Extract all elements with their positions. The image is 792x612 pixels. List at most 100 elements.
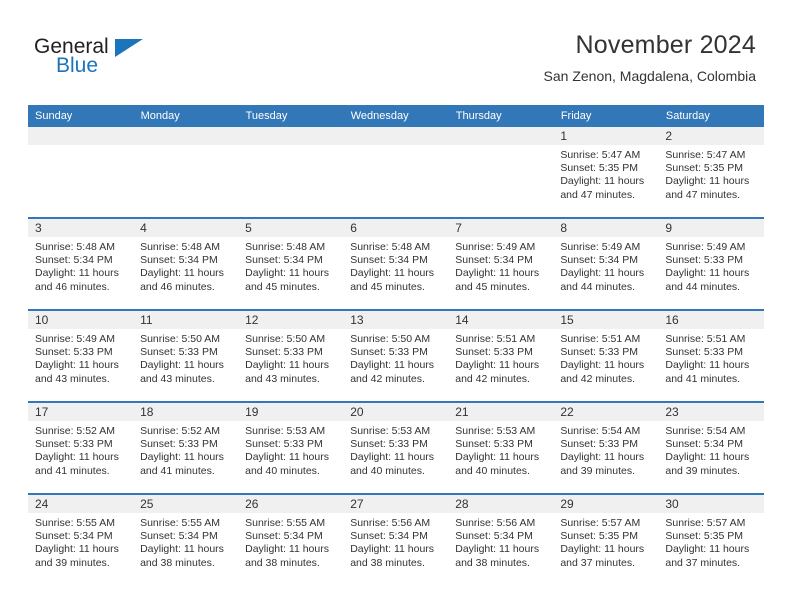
- daylight-duration-line1: Daylight: 11 hours: [665, 359, 750, 372]
- day-number: 17: [28, 403, 134, 421]
- daylight-duration-line2: and 47 minutes.: [560, 188, 636, 201]
- daylight-duration-line1: Daylight: 11 hours: [35, 543, 119, 556]
- calendar-day-cell[interactable]: 24 Sunrise: 5:55 AM Sunset: 5:34 PM Dayligh…: [28, 493, 134, 585]
- daylight-duration-line1: Daylight: 11 hours: [35, 451, 119, 464]
- daylight-duration-line1: Daylight: 11 hours: [350, 267, 435, 280]
- triangle-icon: [115, 39, 143, 57]
- sunset-time: Sunset: 5:34 PM: [350, 254, 428, 267]
- day-number: 1: [553, 127, 659, 145]
- day-number: [133, 127, 239, 145]
- calendar-day-cell[interactable]: 10 Sunrise: 5:49 AM Sunset: 5:33 PM Dayligh…: [28, 309, 134, 402]
- calendar-day-cell[interactable]: 13 Sunrise: 5:50 AM Sunset: 5:33 PM Dayligh…: [343, 309, 449, 402]
- general-blue-logo[interactable]: General Blue: [34, 36, 234, 84]
- calendar-day-cell[interactable]: 22 Sunrise: 5:54 AM Sunset: 5:33 PM Dayligh…: [553, 401, 659, 494]
- day-number: 20: [343, 403, 449, 421]
- sunrise-time: Sunrise: 5:50 AM: [245, 333, 326, 345]
- day-number: 30: [658, 495, 764, 513]
- calendar-day-cell[interactable]: 14 Sunrise: 5:51 AM Sunset: 5:33 PM Dayligh…: [448, 309, 554, 402]
- daylight-duration-line2: and 40 minutes.: [350, 464, 425, 477]
- sunset-time: Sunset: 5:34 PM: [560, 254, 638, 267]
- calendar-day-cell[interactable]: 19 Sunrise: 5:53 AM Sunset: 5:33 PM Dayligh…: [238, 401, 344, 494]
- calendar-day-cell[interactable]: 20 Sunrise: 5:53 AM Sunset: 5:33 PM Dayligh…: [343, 401, 449, 494]
- sunset-time: Sunset: 5:33 PM: [245, 346, 323, 359]
- sunset-time: Sunset: 5:34 PM: [455, 530, 533, 543]
- day-number: 13: [343, 311, 449, 329]
- day-number: 9: [658, 219, 764, 237]
- daylight-duration-line2: and 45 minutes.: [455, 280, 530, 293]
- calendar-day-cell[interactable]: 4 Sunrise: 5:48 AM Sunset: 5:34 PM Daylight…: [133, 217, 239, 310]
- daylight-duration-line1: Daylight: 11 hours: [35, 267, 119, 280]
- calendar-day-cell[interactable]: 12 Sunrise: 5:50 AM Sunset: 5:33 PM Dayligh…: [238, 309, 344, 402]
- sunrise-time: Sunrise: 5:50 AM: [140, 333, 221, 345]
- day-number: 21: [448, 403, 554, 421]
- sunrise-time: Sunrise: 5:49 AM: [560, 241, 641, 253]
- sunset-time: Sunset: 5:33 PM: [455, 346, 533, 359]
- day-number: [343, 127, 449, 145]
- calendar-day-cell[interactable]: 6 Sunrise: 5:48 AM Sunset: 5:34 PM Daylight…: [343, 217, 449, 310]
- daylight-duration-line1: Daylight: 11 hours: [245, 543, 329, 556]
- day-sun-info: Sunrise: 5:54 AM Sunset: 5:33 PM Daylight:…: [553, 421, 658, 478]
- calendar-day-cell[interactable]: 8 Sunrise: 5:49 AM Sunset: 5:34 PM Daylight…: [553, 217, 659, 310]
- sunset-time: Sunset: 5:33 PM: [665, 254, 744, 267]
- sunrise-time: Sunrise: 5:51 AM: [560, 333, 641, 345]
- daylight-duration-line1: Daylight: 11 hours: [140, 359, 224, 372]
- sunrise-time: Sunrise: 5:55 AM: [140, 517, 221, 529]
- day-sun-info: Sunrise: 5:56 AM Sunset: 5:34 PM Daylight:…: [343, 513, 448, 570]
- daylight-duration-line1: Daylight: 11 hours: [140, 267, 224, 280]
- day-number: 2: [658, 127, 764, 145]
- sunrise-time: Sunrise: 5:49 AM: [35, 333, 115, 345]
- weekday-header-monday: Monday: [133, 105, 239, 127]
- calendar-day-cell[interactable]: 30 Sunrise: 5:57 AM Sunset: 5:35 PM Dayligh…: [658, 493, 764, 585]
- calendar-day-cell[interactable]: 27 Sunrise: 5:56 AM Sunset: 5:34 PM Dayligh…: [343, 493, 449, 585]
- calendar-day-cell[interactable]: 9 Sunrise: 5:49 AM Sunset: 5:33 PM Daylight…: [658, 217, 764, 310]
- sunrise-time: Sunrise: 5:52 AM: [140, 425, 221, 437]
- daylight-duration-line1: Daylight: 11 hours: [350, 543, 435, 556]
- calendar-day-cell[interactable]: 16 Sunrise: 5:51 AM Sunset: 5:33 PM Dayligh…: [658, 309, 764, 402]
- calendar-day-cell[interactable]: 29 Sunrise: 5:57 AM Sunset: 5:35 PM Dayligh…: [553, 493, 659, 585]
- calendar-day-cell[interactable]: 21 Sunrise: 5:53 AM Sunset: 5:33 PM Dayligh…: [448, 401, 554, 494]
- calendar-day-cell[interactable]: 7 Sunrise: 5:49 AM Sunset: 5:34 PM Daylight…: [448, 217, 554, 310]
- calendar-day-cell[interactable]: 18 Sunrise: 5:52 AM Sunset: 5:33 PM Dayligh…: [133, 401, 239, 494]
- calendar-day-cell[interactable]: 5 Sunrise: 5:48 AM Sunset: 5:34 PM Daylight…: [238, 217, 344, 310]
- weekday-header-thursday: Thursday: [448, 105, 554, 127]
- sunset-time: Sunset: 5:35 PM: [560, 162, 638, 175]
- sunset-time: Sunset: 5:34 PM: [140, 530, 218, 543]
- day-sun-info: Sunrise: 5:50 AM Sunset: 5:33 PM Daylight:…: [238, 329, 343, 386]
- sunset-time: Sunset: 5:33 PM: [35, 346, 113, 359]
- sunrise-time: Sunrise: 5:52 AM: [35, 425, 115, 437]
- calendar-day-cell[interactable]: 11 Sunrise: 5:50 AM Sunset: 5:33 PM Dayligh…: [133, 309, 239, 402]
- day-sun-info: Sunrise: 5:53 AM Sunset: 5:33 PM Daylight:…: [238, 421, 343, 478]
- calendar-day-cell[interactable]: 2 Sunrise: 5:47 AM Sunset: 5:35 PM Daylight…: [658, 127, 764, 218]
- sunrise-time: Sunrise: 5:51 AM: [665, 333, 746, 345]
- calendar-day-cell[interactable]: 26 Sunrise: 5:55 AM Sunset: 5:34 PM Dayligh…: [238, 493, 344, 585]
- daylight-duration-line1: Daylight: 11 hours: [245, 267, 329, 280]
- day-number: 18: [133, 403, 239, 421]
- day-sun-info: Sunrise: 5:49 AM Sunset: 5:33 PM Daylight:…: [28, 329, 133, 386]
- daylight-duration-line1: Daylight: 11 hours: [350, 451, 435, 464]
- sunset-time: Sunset: 5:34 PM: [35, 254, 113, 267]
- calendar-week-row: 24 Sunrise: 5:55 AM Sunset: 5:34 PM Dayligh…: [28, 493, 764, 585]
- day-number: [238, 127, 344, 145]
- calendar-day-cell[interactable]: 15 Sunrise: 5:51 AM Sunset: 5:33 PM Dayligh…: [553, 309, 659, 402]
- daylight-duration-line1: Daylight: 11 hours: [560, 543, 645, 556]
- day-number: 6: [343, 219, 449, 237]
- calendar-day-cell[interactable]: 23 Sunrise: 5:54 AM Sunset: 5:34 PM Dayligh…: [658, 401, 764, 494]
- daylight-duration-line1: Daylight: 11 hours: [455, 451, 540, 464]
- day-number: 10: [28, 311, 134, 329]
- page-title: November 2024: [575, 31, 756, 59]
- calendar-day-cell[interactable]: 25 Sunrise: 5:55 AM Sunset: 5:34 PM Dayligh…: [133, 493, 239, 585]
- day-sun-info: Sunrise: 5:48 AM Sunset: 5:34 PM Daylight:…: [343, 237, 448, 294]
- calendar-day-cell[interactable]: 3 Sunrise: 5:48 AM Sunset: 5:34 PM Daylight…: [28, 217, 134, 310]
- sunrise-time: Sunrise: 5:56 AM: [350, 517, 431, 529]
- calendar-day-cell[interactable]: 17 Sunrise: 5:52 AM Sunset: 5:33 PM Dayligh…: [28, 401, 134, 494]
- daylight-duration-line1: Daylight: 11 hours: [140, 451, 224, 464]
- sunset-time: Sunset: 5:33 PM: [560, 346, 638, 359]
- calendar-day-cell[interactable]: 28 Sunrise: 5:56 AM Sunset: 5:34 PM Dayligh…: [448, 493, 554, 585]
- day-sun-info: Sunrise: 5:51 AM Sunset: 5:33 PM Daylight:…: [658, 329, 763, 386]
- sunrise-time: Sunrise: 5:50 AM: [350, 333, 431, 345]
- day-number: 26: [238, 495, 344, 513]
- day-sun-info: Sunrise: 5:51 AM Sunset: 5:33 PM Daylight:…: [553, 329, 658, 386]
- daylight-duration-line1: Daylight: 11 hours: [560, 451, 645, 464]
- sunrise-time: Sunrise: 5:53 AM: [455, 425, 536, 437]
- calendar-day-cell[interactable]: 1 Sunrise: 5:47 AM Sunset: 5:35 PM Daylight…: [553, 127, 659, 218]
